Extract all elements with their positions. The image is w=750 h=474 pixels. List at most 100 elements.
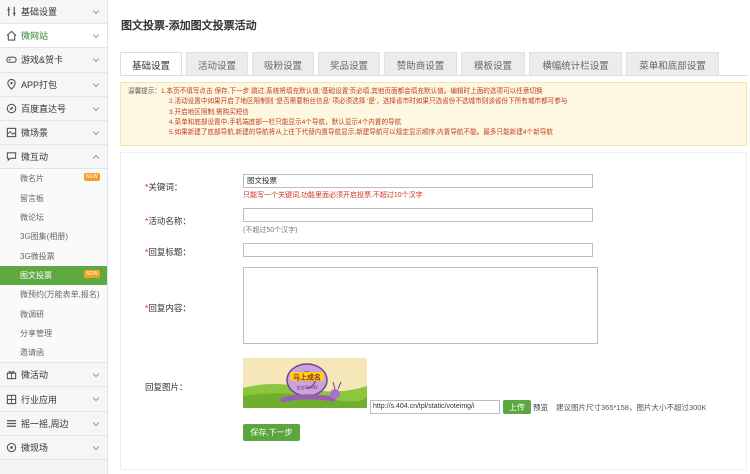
tab-menu-footer-settings[interactable]: 菜单和底部设置	[626, 52, 719, 76]
pin-icon	[6, 78, 17, 90]
image-size-hint: 建议图片尺寸365*158，图片大小不超过300K	[556, 403, 707, 412]
sidebar-item-label: 微场景	[21, 128, 49, 139]
grid-icon	[6, 394, 17, 405]
chevron-down-icon	[92, 10, 100, 15]
sidebar-item-label: 基础设置	[21, 7, 58, 18]
notice-text: 1.本页不填写点击 保存,下一步 跳过,系统将填充默认值;'基础设置'页必填,其…	[160, 88, 543, 95]
submenu-item-micro-booking[interactable]: 微预约(万能表单,报名)	[0, 285, 107, 305]
chevron-down-icon	[92, 421, 100, 426]
sidebar-item-label: 微互动	[21, 152, 49, 163]
image-url-input[interactable]: http://s.404.cn/tpl/static/voteimg/i	[370, 400, 500, 414]
gift-icon	[6, 369, 17, 380]
reply-title-label: *回复标题：	[145, 247, 191, 257]
submenu-item-message-board[interactable]: 留言板	[0, 188, 107, 208]
sidebar: 基础设置 微网站 游戏&贺卡 APP打包 百度直达号 微场景 微互动 微名片 N…	[0, 0, 108, 474]
chevron-down-icon	[92, 373, 100, 378]
reply-title-input[interactable]	[243, 243, 593, 257]
tab-template-settings[interactable]: 模板设置	[461, 52, 525, 76]
sidebar-item-micro-activity[interactable]: 微活动	[0, 363, 107, 388]
submenu-item-3g-vote[interactable]: 3G微投票	[0, 246, 107, 266]
sidebar-item-app-packaging[interactable]: APP打包	[0, 72, 107, 97]
sidebar-item-micro-interaction[interactable]: 微互动	[0, 145, 107, 170]
new-badge: NEW	[84, 173, 100, 182]
tab-fan-settings[interactable]: 吸粉设置	[252, 52, 314, 76]
submenu-item-label: 图文投票	[20, 270, 52, 280]
chevron-up-icon	[92, 154, 100, 159]
game-icon	[6, 54, 17, 65]
submenu-item-invitation[interactable]: 邀请函	[0, 342, 107, 363]
notice-box: 温馨提示：1.本页不填写点击 保存,下一步 跳过,系统将填充默认值;'基础设置'…	[120, 82, 747, 146]
main-content: 图文投票-添加图文投票活动 基础设置 活动设置 吸粉设置 奖品设置 赞助商设置 …	[108, 0, 750, 474]
sidebar-item-label: 摇一摇,周边	[21, 418, 69, 429]
upload-button[interactable]: 上传	[503, 400, 531, 414]
screen-icon	[6, 442, 17, 453]
keyword-hint: 只能写一个关键词,功能里面必须开启投票,不超过10个汉字	[243, 192, 423, 199]
submenu-item-label: 3G微投票	[20, 251, 55, 261]
reply-image-preview: 马上成名 宝宝SHOW	[243, 358, 367, 408]
submenu-item-label: 邀请函	[20, 348, 44, 358]
preview-link[interactable]: 预览	[533, 402, 548, 413]
sidebar-item-label: 微网站	[21, 31, 49, 42]
chevron-down-icon	[92, 131, 100, 136]
submenu-item-label: 微名片	[20, 174, 44, 184]
chat-icon	[6, 151, 17, 162]
activity-name-hint: (不超过50个汉字)	[243, 227, 298, 234]
sidebar-item-label: APP打包	[21, 79, 58, 90]
reply-content-textarea[interactable]	[243, 267, 598, 344]
reply-image-label: 回复图片：	[145, 382, 188, 392]
sidebar-item-label: 游戏&贺卡	[21, 55, 64, 66]
basic-settings-form: *关键词： 图文投票 只能写一个关键词,功能里面必须开启投票,不超过10个汉字 …	[120, 152, 747, 470]
chevron-down-icon	[92, 445, 100, 451]
snail-banner-image: 马上成名 宝宝SHOW	[243, 358, 367, 408]
tab-sponsor-settings[interactable]: 赞助商设置	[384, 52, 457, 76]
submenu-item-micro-forum[interactable]: 微论坛	[0, 207, 107, 228]
keyword-input[interactable]: 图文投票	[243, 174, 593, 188]
sidebar-item-shake-nearby[interactable]: 摇一摇,周边	[0, 411, 107, 436]
submenu-item-micro-card[interactable]: 微名片 NEW	[0, 169, 107, 189]
submenu-item-image-vote[interactable]: 图文投票 NEW	[0, 265, 107, 286]
banner-subtitle-text: 宝宝SHOW	[296, 384, 318, 390]
chevron-down-icon	[92, 397, 100, 402]
sidebar-item-basic-settings[interactable]: 基础设置	[0, 0, 107, 25]
tab-banner-stats-settings[interactable]: 横幅统计栏设置	[529, 52, 622, 76]
submenu-item-label: 微调研	[20, 309, 44, 319]
sidebar-item-micro-scene[interactable]: 微场景	[0, 120, 107, 146]
sidebar-item-micro-live[interactable]: 微现场	[0, 435, 107, 461]
compass-icon	[6, 103, 17, 114]
page-title: 图文投票-添加图文投票活动	[121, 20, 257, 32]
activity-name-input[interactable]	[243, 208, 593, 222]
chevron-down-icon	[92, 58, 100, 63]
submenu-item-label: 微预约(万能表单,报名)	[20, 290, 100, 300]
submenu-item-share-management[interactable]: 分享管理	[0, 323, 107, 343]
tab-bar: 基础设置 活动设置 吸粉设置 奖品设置 赞助商设置 模板设置 横幅统计栏设置 菜…	[120, 52, 723, 76]
home-icon	[6, 30, 17, 41]
notice-line: 5.如果新建了底部导航,新建的导航将从上往下代替内置导航显示,新建导航可以规定显…	[169, 129, 553, 137]
tab-basic-settings[interactable]: 基础设置	[120, 52, 182, 76]
reply-content-label: *回复内容：	[145, 303, 191, 313]
notice-label: 温馨提示：	[128, 88, 161, 95]
notice-line: 2.活动设置中如果开启了地区限制则 '是否需要粉丝信息' 项必须选择 '是'，选…	[169, 98, 568, 106]
submenu-micro-interaction: 微名片 NEW 留言板 微论坛 3G图集(相册) 3G微投票 图文投票 NEW …	[0, 169, 107, 364]
submenu-item-3g-album[interactable]: 3G图集(相册)	[0, 227, 107, 247]
activity-name-label: *活动名称：	[145, 216, 191, 226]
submenu-item-label: 留言板	[20, 193, 44, 203]
submenu-item-micro-survey[interactable]: 微调研	[0, 304, 107, 324]
sidebar-item-industry-apps[interactable]: 行业应用	[0, 387, 107, 412]
sidebar-item-label: 微活动	[21, 370, 49, 381]
tab-prize-settings[interactable]: 奖品设置	[318, 52, 380, 76]
sidebar-item-baidu-direct[interactable]: 百度直达号	[0, 96, 107, 121]
sidebar-item-games-cards[interactable]: 游戏&贺卡	[0, 48, 107, 73]
chevron-down-icon	[92, 34, 100, 39]
shake-icon	[6, 418, 17, 429]
sidebar-item-label: 百度直达号	[21, 103, 67, 114]
sidebar-item-label: 行业应用	[21, 394, 58, 405]
notice-line: 4.菜单和底部设置中,手机端底部一栏只能显示4个导航，默认显示4个内置的导航	[169, 118, 402, 126]
chevron-down-icon	[92, 106, 100, 111]
keyword-label: *关键词：	[145, 182, 183, 192]
save-next-button[interactable]: 保存,下一步	[243, 424, 300, 441]
new-badge: NEW	[84, 269, 100, 278]
scene-icon	[6, 127, 17, 138]
tab-activity-settings[interactable]: 活动设置	[186, 52, 248, 76]
tab-divider	[120, 75, 747, 76]
sidebar-item-micro-site[interactable]: 微网站	[0, 24, 107, 49]
